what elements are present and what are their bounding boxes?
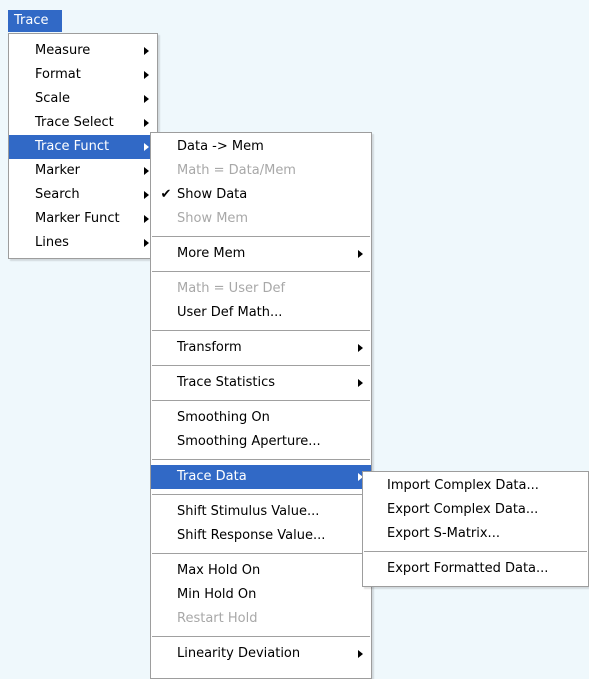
submenu-arrow-icon (144, 239, 149, 247)
submenu-arrow-icon (144, 215, 149, 223)
menu-item-data-to-mem[interactable]: Data -> Mem (151, 135, 371, 159)
menu-item-label: Math = Data/Mem (177, 163, 296, 178)
menu-item-label: More Mem (177, 246, 246, 261)
menu-item-label: Transform (177, 340, 242, 355)
menu-separator (152, 636, 370, 637)
menu-item-trace-select[interactable]: Trace Select (9, 111, 157, 135)
menu-item-label: Format (35, 67, 81, 82)
menu-item-show-mem: Show Mem (151, 207, 371, 231)
menu-item-more-mem[interactable]: More Mem (151, 242, 371, 266)
submenu-arrow-icon (144, 143, 149, 151)
trace-data-submenu: Import Complex Data... Export Complex Da… (362, 471, 589, 587)
menu-item-label: Shift Response Value... (177, 528, 326, 543)
menu-item-lines[interactable]: Lines (9, 231, 157, 255)
menu-item-label: Smoothing On (177, 410, 270, 425)
menu-item-label: Show Data (177, 187, 248, 202)
menubar-trace-label: Trace (14, 13, 49, 28)
menu-item-label: Marker (35, 163, 80, 178)
menu-item-label: Restart Hold (177, 611, 258, 626)
menu-item-trace-funct[interactable]: Trace Funct (9, 135, 157, 159)
submenu-arrow-icon (144, 191, 149, 199)
trace-funct-submenu: Data -> Mem Math = Data/Mem ✔ Show Data … (150, 132, 372, 679)
submenu-arrow-icon (144, 95, 149, 103)
menu-item-user-def-math[interactable]: User Def Math... (151, 301, 371, 325)
menu-item-marker-funct[interactable]: Marker Funct (9, 207, 157, 231)
menu-item-math-data-mem: Math = Data/Mem (151, 159, 371, 183)
menu-item-label: Trace Statistics (177, 375, 276, 390)
menu-item-label: Lines (35, 235, 69, 250)
submenu-arrow-icon (144, 119, 149, 127)
submenu-arrow-icon (144, 47, 149, 55)
submenu-arrow-icon (144, 71, 149, 79)
menu-item-label: Import Complex Data... (387, 478, 539, 493)
menu-separator (364, 551, 587, 552)
menu-item-label: Math = User Def (177, 281, 286, 296)
checkmark-icon: ✔ (160, 187, 172, 202)
menu-item-label: Smoothing Aperture... (177, 434, 321, 449)
menu-separator (152, 365, 370, 366)
menu-item-transform[interactable]: Transform (151, 336, 371, 360)
menu-item-import-complex-data[interactable]: Import Complex Data... (363, 474, 588, 498)
menu-item-linearity-deviation[interactable]: Linearity Deviation (151, 642, 371, 666)
menu-item-label: Data -> Mem (177, 139, 264, 154)
menu-item-scale[interactable]: Scale (9, 87, 157, 111)
menu-item-search[interactable]: Search (9, 183, 157, 207)
menu-separator (152, 271, 370, 272)
menu-item-label: Scale (35, 91, 70, 106)
menubar-trace[interactable]: Trace (8, 10, 62, 32)
menu-item-min-hold-on[interactable]: Min Hold On (151, 583, 371, 607)
menu-separator (152, 494, 370, 495)
menu-separator (152, 330, 370, 331)
menu-item-shift-response[interactable]: Shift Response Value... (151, 524, 371, 548)
menu-item-label: Export S-Matrix... (387, 526, 500, 541)
submenu-arrow-icon (358, 379, 363, 387)
menu-item-label: Show Mem (177, 211, 249, 226)
menu-item-label: Marker Funct (35, 211, 120, 226)
submenu-arrow-icon (358, 344, 363, 352)
menu-item-max-hold-on[interactable]: Max Hold On (151, 559, 371, 583)
menu-item-label: Export Complex Data... (387, 502, 539, 517)
menu-item-label: Export Formatted Data... (387, 561, 549, 576)
menu-item-export-formatted-data[interactable]: Export Formatted Data... (363, 557, 588, 581)
menu-separator (152, 400, 370, 401)
menu-item-label: Shift Stimulus Value... (177, 504, 320, 519)
submenu-arrow-icon (144, 167, 149, 175)
menu-item-smoothing-aperture[interactable]: Smoothing Aperture... (151, 430, 371, 454)
menu-item-trace-statistics[interactable]: Trace Statistics (151, 371, 371, 395)
menu-item-label: Measure (35, 43, 91, 58)
menu-item-math-user-def: Math = User Def (151, 277, 371, 301)
menu-item-label: Trace Data (177, 469, 247, 484)
menu-item-measure[interactable]: Measure (9, 39, 157, 63)
menu-item-shift-stimulus[interactable]: Shift Stimulus Value... (151, 500, 371, 524)
menu-item-format[interactable]: Format (9, 63, 157, 87)
menu-item-restart-hold: Restart Hold (151, 607, 371, 631)
submenu-arrow-icon (358, 250, 363, 258)
menu-separator (152, 236, 370, 237)
menu-item-label: Linearity Deviation (177, 646, 301, 661)
menu-item-label: Trace Select (35, 115, 114, 130)
menu-item-label: Trace Funct (35, 139, 110, 154)
menu-item-label: Min Hold On (177, 587, 257, 602)
menu-item-label: Search (35, 187, 80, 202)
menu-item-label: Max Hold On (177, 563, 261, 578)
menu-item-marker[interactable]: Marker (9, 159, 157, 183)
menu-item-trace-data[interactable]: Trace Data (151, 465, 371, 489)
menu-separator (152, 459, 370, 460)
trace-menu: Measure Format Scale Trace Select Trace … (8, 33, 158, 259)
menu-item-label: User Def Math... (177, 305, 283, 320)
menu-item-export-s-matrix[interactable]: Export S-Matrix... (363, 522, 588, 546)
menu-separator (152, 553, 370, 554)
menu-item-export-complex-data[interactable]: Export Complex Data... (363, 498, 588, 522)
submenu-arrow-icon (358, 650, 363, 658)
menu-item-smoothing-on[interactable]: Smoothing On (151, 406, 371, 430)
menu-item-show-data[interactable]: ✔ Show Data (151, 183, 371, 207)
